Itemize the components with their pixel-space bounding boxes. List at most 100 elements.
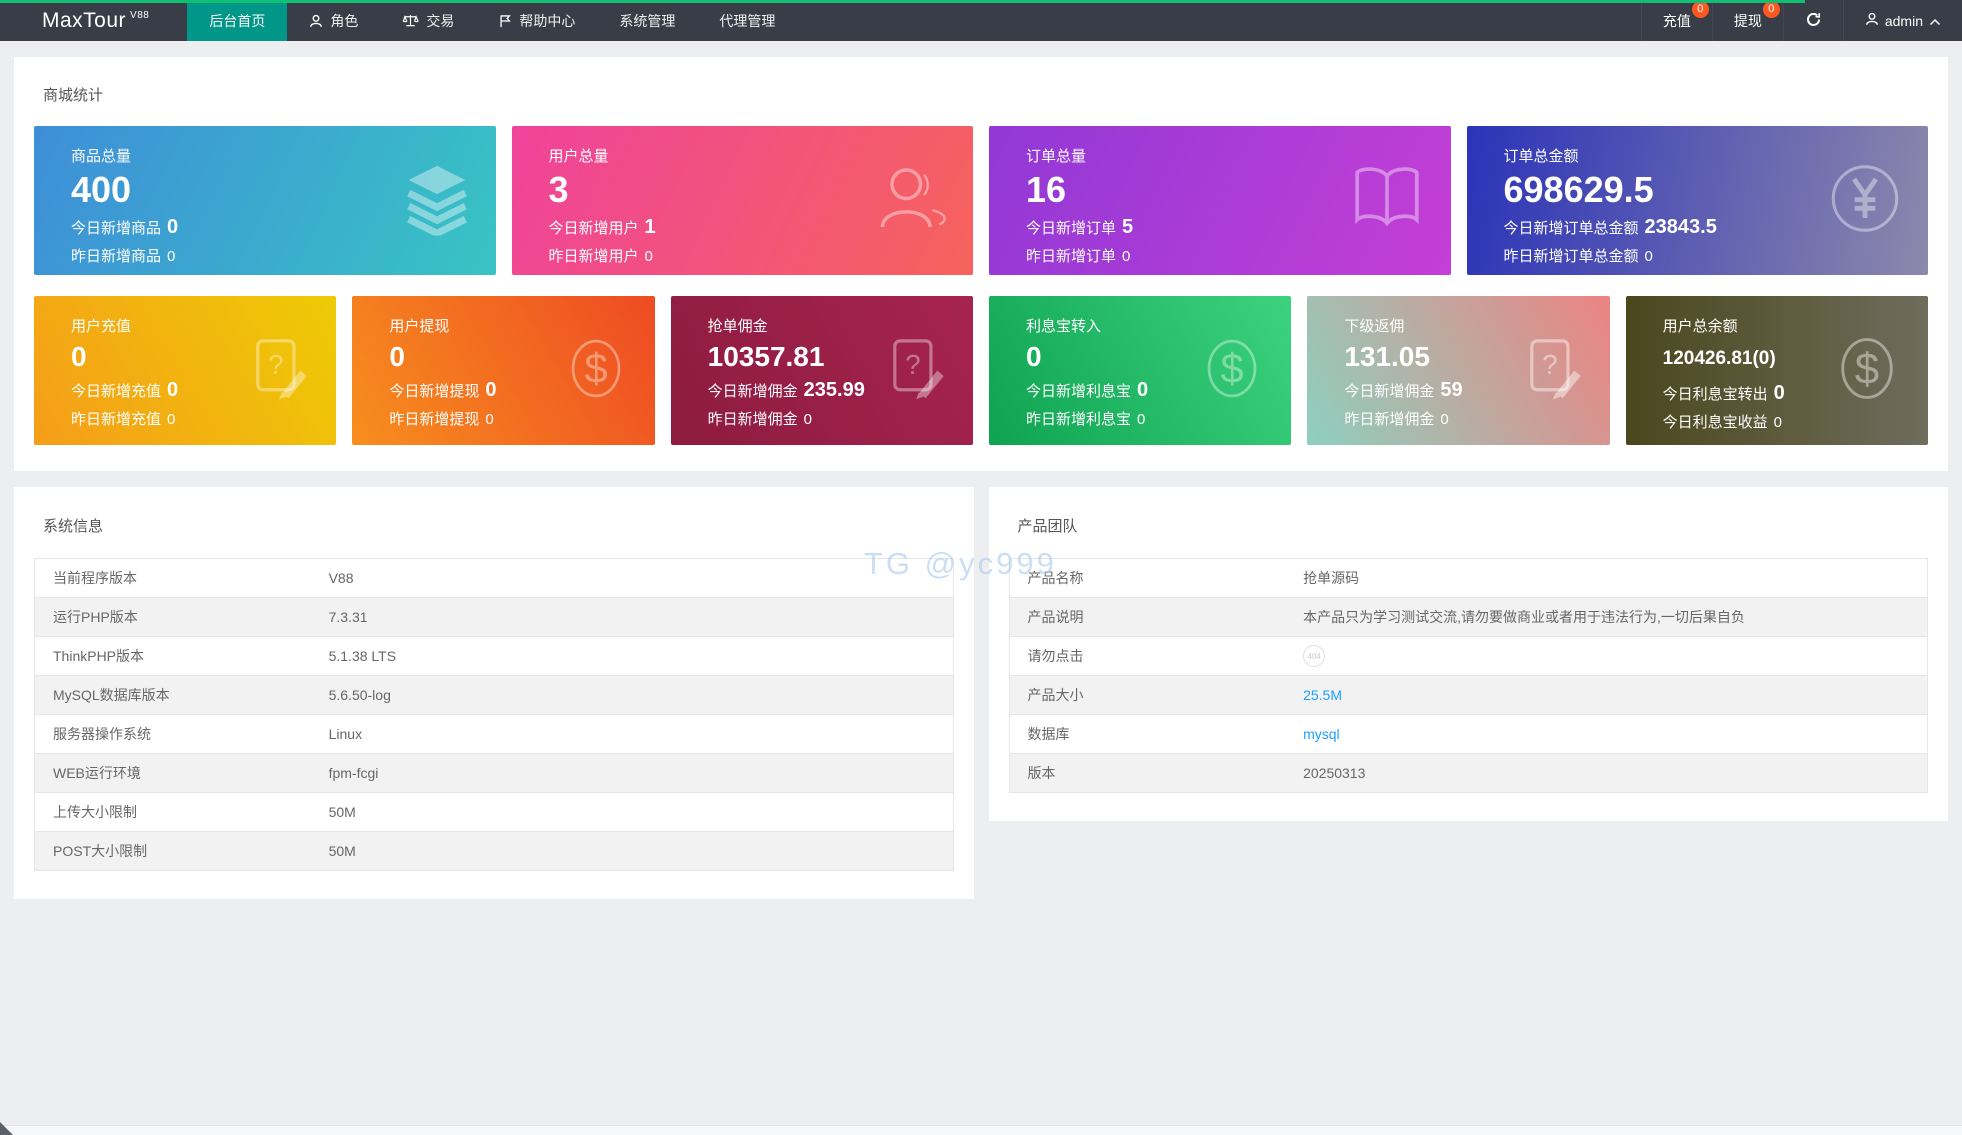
row-value: 7.3.31 (329, 609, 953, 625)
document-question-pencil-icon: ? (881, 334, 949, 407)
main-menu: 后台首页 角色 交易 帮助中心 系统管理 代理管理 (187, 0, 797, 41)
stat-sub-label: 今日新增利息宝 (1026, 380, 1131, 401)
stat-card-total-orders: 订单总量 16 今日新增订单5 昨日新增订单0 (989, 126, 1451, 275)
system-info-panel: 系统信息 当前程序版本V88 运行PHP版本7.3.31 ThinkPHP版本5… (14, 487, 974, 899)
dollar-circle-icon: $ (561, 333, 631, 408)
row-label: 产品说明 (1010, 607, 1304, 627)
stat-sub-label: 昨日新增用户 (549, 245, 639, 266)
footer-strip (0, 1125, 1962, 1135)
menu-item-label: 帮助中心 (519, 11, 575, 31)
row-label: 请勿点击 (1010, 646, 1304, 666)
svg-text:?: ? (905, 348, 920, 379)
stat-sub-value: 0 (485, 379, 496, 402)
recharge-button[interactable]: 充值 0 (1641, 0, 1712, 41)
panel-title: 产品团队 (989, 487, 1949, 536)
page-load-progress-bar (0, 0, 1805, 3)
stat-sub-value: 5 (1122, 216, 1133, 239)
table-row: 运行PHP版本7.3.31 (35, 598, 953, 637)
section-title: 商城统计 (14, 57, 1948, 105)
flag-icon (498, 14, 512, 28)
stats-row-1: 商品总量 400 今日新增商品0 昨日新增商品0 用户总量 3 今日新增用户1 … (34, 126, 1928, 275)
product-team-panel: 产品团队 产品名称抢单源码 产品说明本产品只为学习测试交流,请勿要做商业或者用于… (989, 487, 1949, 821)
stat-sub-value: 0 (1122, 248, 1130, 265)
stat-card-user-withdraw: 用户提现 0 今日新增提现0 昨日新增提现0 $ (352, 296, 654, 445)
stat-sub-label: 今日新增佣金 (708, 380, 798, 401)
row-label: 数据库 (1010, 724, 1304, 744)
username: admin (1885, 13, 1923, 29)
corner-widget[interactable] (0, 1122, 13, 1135)
stat-title: 抢单佣金 (708, 315, 973, 336)
menu-item-dashboard[interactable]: 后台首页 (187, 0, 287, 41)
table-row: 服务器操作系统Linux (35, 715, 953, 754)
row-value: 5.1.38 LTS (329, 648, 953, 664)
stat-sub-value: 59 (1440, 379, 1462, 402)
refresh-icon (1805, 11, 1822, 31)
stat-sub-label: 昨日新增订单总金额 (1504, 245, 1639, 266)
menu-item-agent-management[interactable]: 代理管理 (697, 0, 797, 41)
refresh-button[interactable] (1783, 0, 1843, 41)
row-label: WEB运行环境 (35, 763, 329, 783)
stat-card-user-recharge: 用户充值 0 今日新增充值0 昨日新增充值0 ? (34, 296, 336, 445)
menu-item-label: 角色 (330, 11, 358, 31)
chevron-up-icon (1929, 13, 1941, 29)
table-row: WEB运行环境fpm-fcgi (35, 754, 953, 793)
row-value: 25.5M (1303, 687, 1927, 703)
stat-sub-value: 0 (1137, 379, 1148, 402)
table-row: POST大小限制50M (35, 832, 953, 871)
menu-item-label: 代理管理 (719, 11, 775, 31)
stat-sub-label: 今日新增订单总金额 (1504, 217, 1639, 238)
yen-circle-icon (1826, 159, 1904, 242)
stat-sub-label: 昨日新增充值 (71, 408, 161, 429)
stat-sub-value: 23843.5 (1645, 216, 1717, 239)
withdraw-button[interactable]: 提现 0 (1712, 0, 1783, 41)
menu-item-label: 后台首页 (209, 11, 265, 31)
product-team-table: 产品名称抢单源码 产品说明本产品只为学习测试交流,请勿要做商业或者用于违法行为,… (1009, 558, 1929, 793)
database-link[interactable]: mysql (1303, 726, 1340, 742)
menu-item-transactions[interactable]: 交易 (380, 0, 476, 41)
row-label: 产品大小 (1010, 685, 1304, 705)
stat-sub-label: 昨日新增佣金 (708, 408, 798, 429)
stat-card-grab-commission: 抢单佣金 10357.81 今日新增佣金235.99 昨日新增佣金0 ? (671, 296, 973, 445)
row-label: 服务器操作系统 (35, 724, 329, 744)
table-row: 产品名称抢单源码 (1010, 559, 1928, 598)
stat-sub-value: 0 (167, 248, 175, 265)
menu-item-help-center[interactable]: 帮助中心 (476, 0, 597, 41)
stat-sub-label: 昨日新增佣金 (1344, 408, 1434, 429)
broken-image-404-icon[interactable]: 404 (1303, 645, 1325, 667)
stat-sub-label: 今日新增充值 (71, 380, 161, 401)
row-value: V88 (329, 570, 953, 586)
row-value: 5.6.50-log (329, 687, 953, 703)
stats-row-2: 用户充值 0 今日新增充值0 昨日新增充值0 ? 用户提现 0 今日新增提现0 … (34, 296, 1928, 445)
stat-card-total-products: 商品总量 400 今日新增商品0 昨日新增商品0 (34, 126, 496, 275)
row-value: 抢单源码 (1303, 568, 1927, 588)
app-version-label: V88 (130, 10, 149, 21)
stat-sub-value: 0 (1137, 411, 1145, 428)
svg-text:?: ? (269, 348, 284, 379)
stat-sub-label: 今日利息宝转出 (1663, 383, 1768, 404)
stat-sub-label: 今日新增佣金 (1344, 380, 1434, 401)
stat-sub-label: 昨日新增提现 (389, 408, 479, 429)
recharge-label: 充值 (1663, 11, 1691, 31)
stat-sub-label: 今日新增用户 (549, 217, 639, 238)
row-value: 50M (329, 804, 953, 820)
menu-item-system-management[interactable]: 系统管理 (597, 0, 697, 41)
table-row: 数据库mysql (1010, 715, 1928, 754)
row-value: fpm-fcgi (329, 765, 953, 781)
row-label: 运行PHP版本 (35, 607, 329, 627)
menu-item-roles[interactable]: 角色 (287, 0, 380, 41)
withdraw-label: 提现 (1734, 11, 1762, 31)
stat-card-total-users: 用户总量 3 今日新增用户1 昨日新增用户0 (512, 126, 974, 275)
stat-sub-value: 0 (167, 216, 178, 239)
user-icon (1865, 12, 1879, 29)
table-row: 上传大小限制50M (35, 793, 953, 832)
document-question-pencil-icon: ? (244, 334, 312, 407)
product-size-link[interactable]: 25.5M (1303, 687, 1342, 703)
stat-sub-value: 0 (804, 411, 812, 428)
document-question-pencil-icon: ? (1518, 334, 1586, 407)
book-icon (1347, 162, 1427, 239)
stat-sub-label: 今日新增提现 (389, 380, 479, 401)
stat-sub-value: 0 (167, 411, 175, 428)
menu-item-label: 系统管理 (619, 11, 675, 31)
app-logo[interactable]: MaxTour V88 (0, 0, 187, 41)
user-menu[interactable]: admin (1843, 0, 1962, 41)
